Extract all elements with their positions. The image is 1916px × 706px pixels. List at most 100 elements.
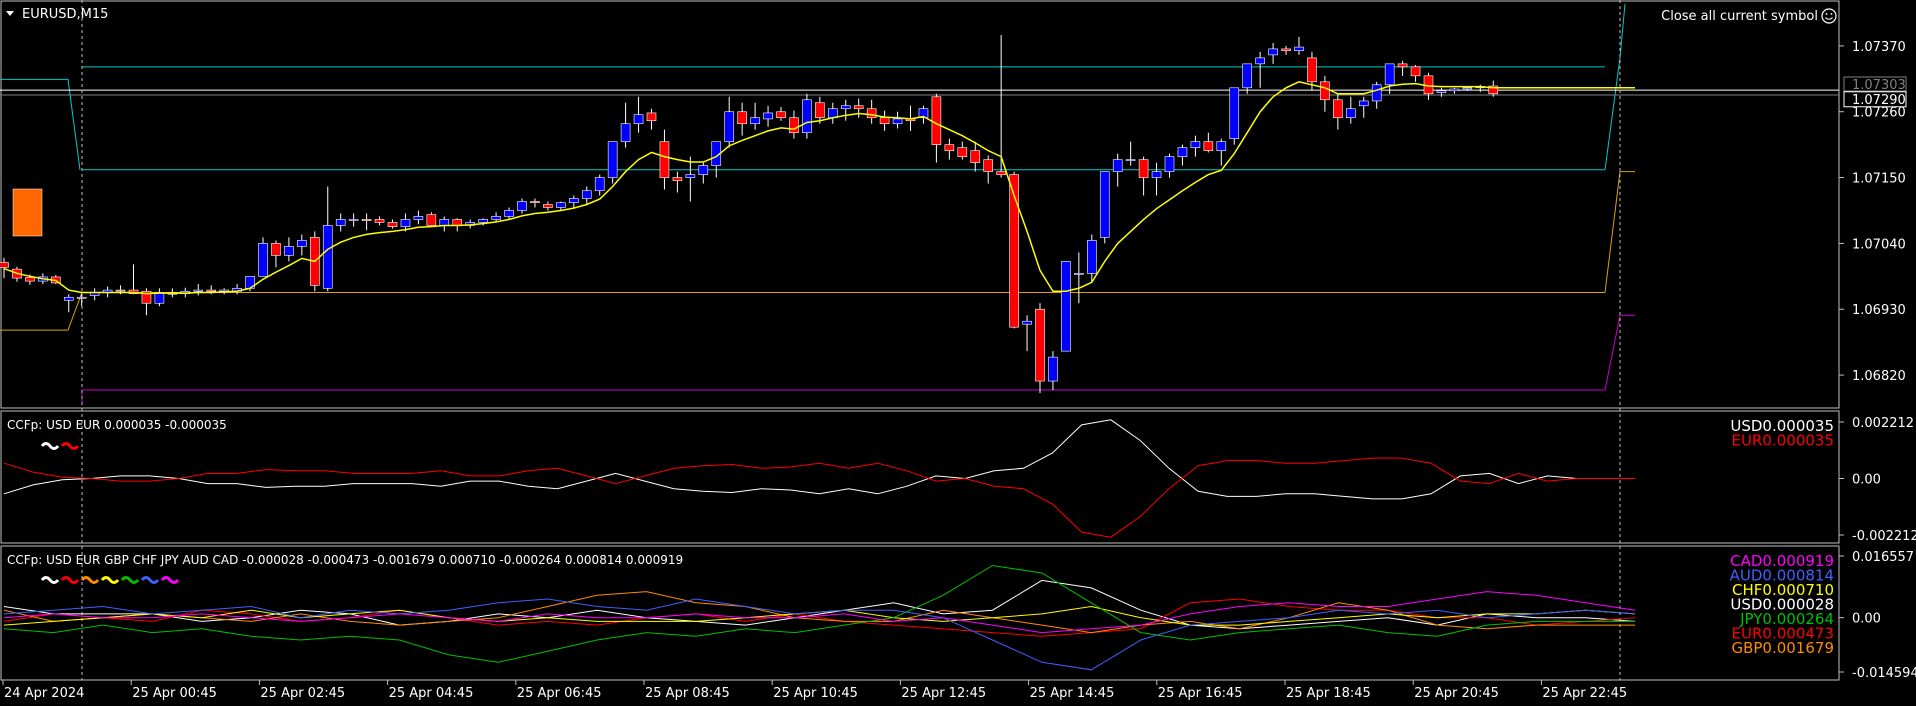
candle[interactable]: [258, 243, 268, 277]
candle[interactable]: [400, 219, 411, 227]
candle[interactable]: [802, 99, 812, 133]
candle[interactable]: [1061, 261, 1071, 352]
candle[interactable]: [154, 292, 165, 304]
candle[interactable]: [478, 219, 488, 223]
candle[interactable]: [25, 277, 35, 282]
candle[interactable]: [452, 219, 463, 226]
candle[interactable]: [659, 141, 670, 178]
candle[interactable]: [322, 225, 333, 289]
candle[interactable]: [1203, 141, 1214, 151]
candle[interactable]: [853, 105, 864, 110]
candle[interactable]: [63, 296, 74, 301]
candle[interactable]: [1151, 171, 1162, 178]
candle[interactable]: [1320, 81, 1330, 101]
candle[interactable]: [517, 201, 527, 211]
candle[interactable]: [1307, 57, 1317, 83]
candle[interactable]: [646, 112, 657, 122]
candle[interactable]: [271, 243, 281, 256]
candle[interactable]: [1216, 141, 1227, 151]
candle[interactable]: [426, 214, 437, 226]
candle[interactable]: [335, 219, 346, 226]
candle[interactable]: [776, 111, 786, 119]
candle[interactable]: [284, 246, 294, 256]
candle[interactable]: [1125, 159, 1136, 161]
candle[interactable]: [1346, 108, 1356, 119]
candle[interactable]: [556, 202, 566, 208]
candle[interactable]: [581, 190, 592, 199]
candle[interactable]: [1281, 48, 1291, 51]
candle[interactable]: [1112, 159, 1123, 172]
candle[interactable]: [957, 147, 968, 157]
time-axis-label: 25 Apr 22:45: [1542, 686, 1627, 701]
candle[interactable]: [672, 177, 683, 181]
candle[interactable]: [1242, 63, 1252, 89]
candle[interactable]: [1099, 171, 1110, 238]
candle[interactable]: [387, 222, 398, 227]
candle[interactable]: [594, 177, 605, 192]
candle[interactable]: [76, 296, 87, 299]
candle[interactable]: [970, 150, 981, 163]
candle[interactable]: [348, 219, 359, 221]
candle[interactable]: [504, 210, 514, 217]
candle[interactable]: [633, 114, 644, 125]
candle[interactable]: [1164, 156, 1175, 172]
candle[interactable]: [1449, 88, 1460, 92]
candle[interactable]: [1397, 63, 1408, 68]
candle[interactable]: [1410, 66, 1421, 77]
candle[interactable]: [1436, 90, 1447, 93]
candle[interactable]: [206, 289, 216, 292]
candle[interactable]: [944, 144, 955, 151]
candle[interactable]: [1035, 308, 1045, 382]
candle[interactable]: [763, 112, 773, 120]
candle[interactable]: [1384, 63, 1395, 86]
time-axis-label: 25 Apr 04:45: [389, 686, 474, 701]
candle[interactable]: [827, 108, 838, 119]
candle[interactable]: [996, 171, 1006, 175]
candle[interactable]: [1371, 84, 1382, 102]
candle[interactable]: [297, 240, 307, 247]
candle[interactable]: [1087, 240, 1097, 274]
candle[interactable]: [530, 201, 540, 204]
candle[interactable]: [1255, 57, 1265, 65]
candle[interactable]: [1333, 99, 1343, 119]
candle[interactable]: [193, 289, 204, 292]
candle[interactable]: [685, 174, 696, 178]
trading-chart[interactable]: 1.07370 1.07260 1.07150 1.07040 1.06930 1.068…: [0, 0, 1916, 706]
candle[interactable]: [750, 117, 760, 125]
candle[interactable]: [1358, 100, 1369, 107]
candle[interactable]: [866, 108, 877, 119]
candle[interactable]: [1177, 147, 1188, 157]
candle[interactable]: [543, 204, 553, 208]
candle[interactable]: [931, 96, 942, 145]
candle[interactable]: [1138, 159, 1149, 178]
close-all-button[interactable]: Close all current symbol: [1661, 9, 1818, 24]
candle[interactable]: [607, 141, 618, 178]
candle[interactable]: [840, 105, 851, 110]
candle[interactable]: [374, 219, 385, 223]
candle[interactable]: [491, 216, 501, 220]
candle[interactable]: [1190, 141, 1201, 148]
candle[interactable]: [1268, 48, 1278, 56]
candle[interactable]: [879, 117, 890, 125]
candle[interactable]: [1048, 356, 1058, 382]
candle[interactable]: [620, 123, 631, 142]
candle[interactable]: [0, 262, 9, 268]
candle[interactable]: [1229, 87, 1240, 139]
candle[interactable]: [892, 118, 903, 125]
candle[interactable]: [983, 159, 994, 172]
candle[interactable]: [698, 165, 709, 175]
candle[interactable]: [1022, 320, 1032, 325]
candle[interactable]: [413, 216, 424, 220]
position-marker[interactable]: [12, 188, 43, 237]
candle[interactable]: [361, 219, 372, 221]
candle[interactable]: [439, 219, 450, 226]
candle[interactable]: [724, 111, 735, 142]
candle[interactable]: [1074, 273, 1084, 275]
candle[interactable]: [115, 289, 126, 292]
candle[interactable]: [1294, 46, 1304, 51]
candle[interactable]: [789, 117, 799, 133]
candle[interactable]: [737, 111, 747, 125]
candle[interactable]: [568, 198, 579, 204]
candle[interactable]: [1462, 87, 1473, 90]
candle[interactable]: [815, 102, 825, 119]
